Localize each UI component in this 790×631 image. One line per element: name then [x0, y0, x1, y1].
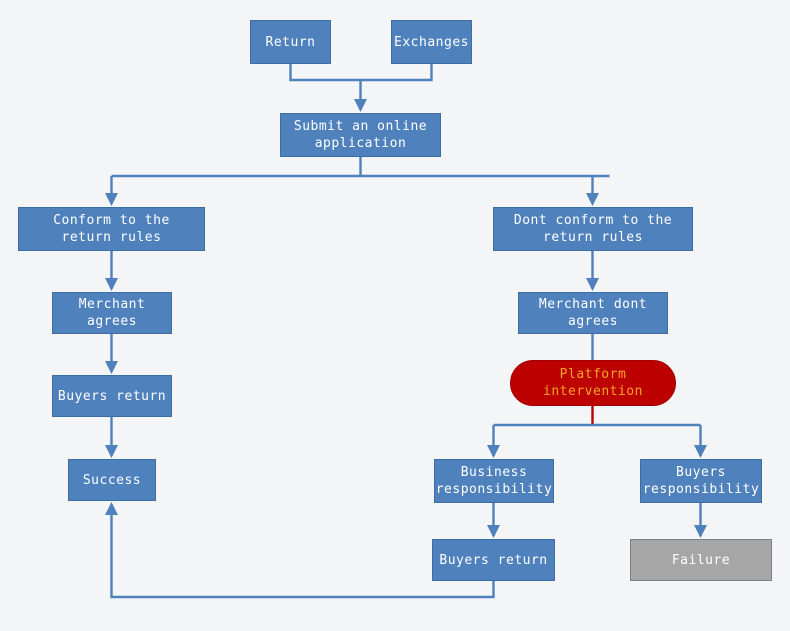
node-submit-application-label: Submit an online application: [293, 119, 428, 151]
node-merchant-dont-agrees[interactable]: Merchant dont agrees: [518, 292, 668, 334]
node-merchant-dont-agrees-label: Merchant dont agrees: [538, 297, 648, 329]
node-failure[interactable]: Failure: [630, 539, 772, 581]
node-platform-intervention-label: Platform intervention: [543, 367, 643, 399]
node-business-responsibility[interactable]: Business responsibility: [434, 459, 554, 503]
node-exchanges-label: Exchanges: [394, 34, 469, 50]
edge-return-to-merge: [289, 64, 433, 82]
node-dont-conform-to-return-rules-label: Dont conform to the return rules: [513, 213, 673, 245]
node-buyers-return-left-label: Buyers return: [57, 388, 167, 404]
node-buyers-return-left[interactable]: Buyers return: [52, 375, 172, 417]
node-return-label: Return: [265, 34, 316, 50]
node-failure-label: Failure: [671, 552, 731, 568]
node-buyers-return-right[interactable]: Buyers return: [432, 539, 555, 581]
node-return[interactable]: Return: [250, 20, 331, 64]
node-buyers-responsibility[interactable]: Buyers responsibility: [640, 459, 762, 503]
node-conform-to-return-rules[interactable]: Conform to the return rules: [18, 207, 205, 251]
node-merchant-agrees-label: Merchant agrees: [78, 297, 146, 329]
flowchart-canvas: Return Exchanges Submit an online applic…: [0, 0, 790, 631]
node-submit-application[interactable]: Submit an online application: [280, 113, 441, 157]
node-merchant-agrees[interactable]: Merchant agrees: [52, 292, 172, 334]
node-success-label: Success: [82, 472, 142, 488]
node-business-responsibility-label: Business responsibility: [435, 465, 553, 497]
node-platform-intervention[interactable]: Platform intervention: [510, 360, 676, 406]
node-buyers-responsibility-label: Buyers responsibility: [642, 465, 760, 497]
node-conform-to-return-rules-label: Conform to the return rules: [53, 213, 170, 245]
node-exchanges[interactable]: Exchanges: [391, 20, 472, 64]
node-dont-conform-to-return-rules[interactable]: Dont conform to the return rules: [493, 207, 693, 251]
node-buyers-return-right-label: Buyers return: [439, 552, 548, 568]
node-success[interactable]: Success: [68, 459, 156, 501]
